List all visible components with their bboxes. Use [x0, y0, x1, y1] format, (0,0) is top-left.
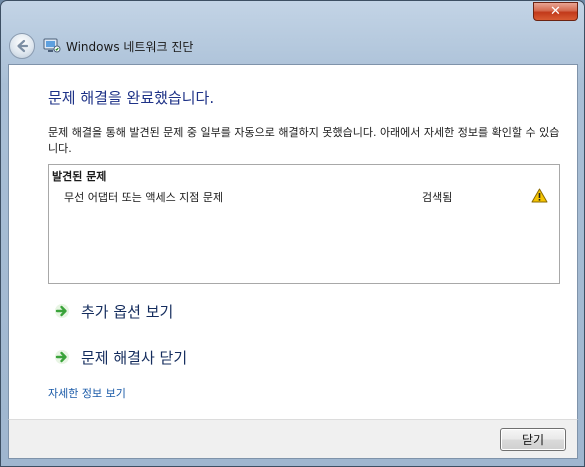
found-problems-header: 발견된 문제 — [52, 170, 107, 183]
found-problems-list: 발견된 문제 무선 어댑터 또는 액세스 지점 문제 검색됨 — [48, 164, 560, 284]
back-button[interactable] — [9, 33, 35, 59]
warning-icon — [531, 188, 548, 206]
green-arrow-icon — [54, 349, 70, 365]
green-arrow-icon — [54, 303, 70, 319]
network-diagnostics-icon — [43, 38, 61, 54]
description-text: 문제 해결을 통해 발견된 문제 중 일부를 자동으로 해결하지 못했습니다. … — [48, 126, 560, 155]
diagnostics-window: ✕ Windows 네트워크 진단 문제 해결을 완료했습니다. 문제 해결을 … — [0, 0, 585, 467]
footer-bar: 닫기 — [8, 419, 578, 459]
content-panel: 문제 해결을 완료했습니다. 문제 해결을 통해 발견된 문제 중 일부를 자동… — [8, 64, 578, 419]
nav-bar: Windows 네트워크 진단 — [9, 29, 569, 63]
close-troubleshooter-link[interactable]: 문제 해결사 닫기 — [54, 345, 187, 369]
view-details-link[interactable]: 자세한 정보 보기 — [48, 385, 126, 401]
problem-status: 검색됨 — [422, 191, 453, 204]
background-blur — [21, 5, 25, 18]
list-item[interactable]: 무선 어댑터 또는 액세스 지점 문제 검색됨 — [49, 185, 559, 207]
view-more-options-link[interactable]: 추가 옵션 보기 — [54, 299, 173, 323]
window-close-button[interactable]: ✕ — [533, 2, 578, 21]
problem-name: 무선 어댑터 또는 액세스 지점 문제 — [64, 191, 224, 204]
window-title: Windows 네트워크 진단 — [66, 39, 194, 54]
close-button[interactable]: 닫기 — [500, 428, 566, 451]
page-title: 문제 해결을 완료했습니다. — [48, 89, 215, 107]
back-arrow-icon — [17, 39, 29, 53]
close-troubleshooter-label: 문제 해결사 닫기 — [81, 348, 188, 367]
view-more-options-label: 추가 옵션 보기 — [81, 302, 174, 321]
